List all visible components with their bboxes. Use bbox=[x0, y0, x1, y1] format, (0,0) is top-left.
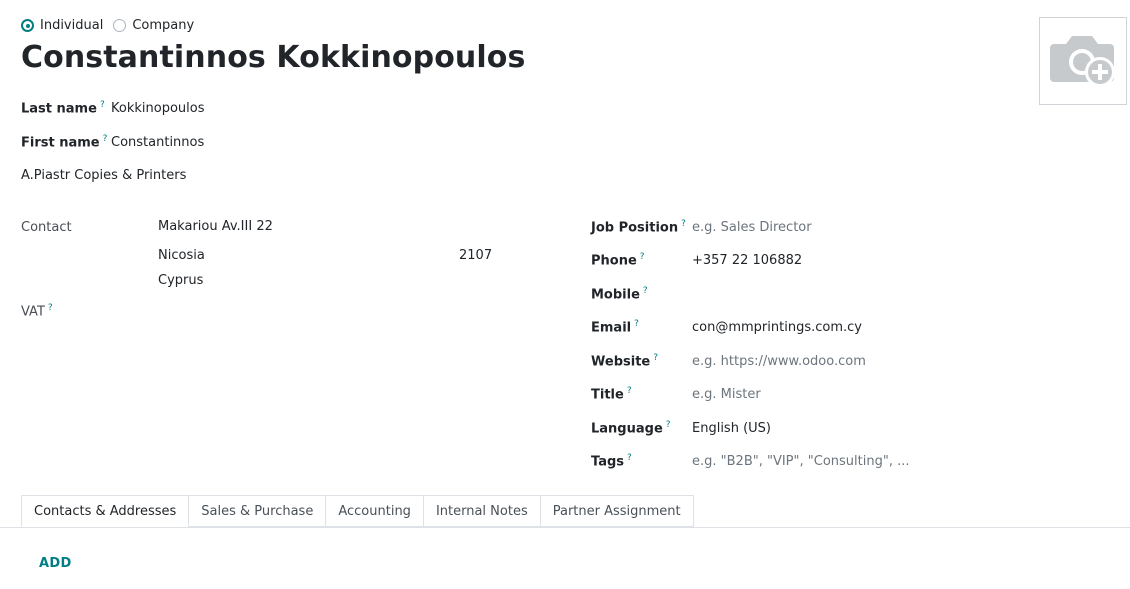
website-input[interactable]: e.g. https://www.odoo.com bbox=[692, 354, 866, 369]
job-position-help-icon[interactable]: ? bbox=[681, 219, 686, 229]
tags-label-text: Tags bbox=[591, 454, 625, 470]
radio-individual[interactable]: Individual bbox=[21, 18, 103, 33]
language-help-icon[interactable]: ? bbox=[666, 420, 671, 430]
contact-address-label: Contact bbox=[21, 220, 72, 235]
company-name-input[interactable]: A.Piastr Copies & Printers bbox=[21, 168, 186, 183]
last-name-label-text: Last name bbox=[21, 101, 97, 117]
tab-contacts-addresses[interactable]: Contacts & Addresses bbox=[21, 495, 190, 527]
first-name-input[interactable]: Constantinnos bbox=[111, 135, 204, 150]
first-name-label-text: First name bbox=[21, 135, 100, 151]
company-type-selector: Individual Company bbox=[21, 18, 204, 33]
first-name-label: First name? bbox=[21, 134, 107, 150]
phone-help-icon[interactable]: ? bbox=[640, 252, 645, 262]
mobile-input[interactable] bbox=[692, 287, 992, 303]
mobile-label-text: Mobile bbox=[591, 287, 640, 303]
mobile-help-icon[interactable]: ? bbox=[643, 286, 648, 296]
title-input[interactable]: e.g. Mister bbox=[692, 387, 761, 402]
tab-accounting[interactable]: Accounting bbox=[326, 495, 424, 527]
radio-company-label: Company bbox=[132, 18, 195, 33]
radio-company[interactable]: Company bbox=[113, 18, 194, 33]
radio-company-indicator[interactable] bbox=[113, 19, 127, 32]
radio-individual-indicator[interactable] bbox=[21, 19, 34, 32]
add-contact-button[interactable]: ADD bbox=[39, 556, 72, 571]
tags-input[interactable]: e.g. "B2B", "VIP", "Consulting", ... bbox=[692, 454, 909, 469]
tabs-divider bbox=[0, 527, 1130, 528]
job-position-label-text: Job Position bbox=[591, 220, 679, 236]
email-help-icon[interactable]: ? bbox=[634, 319, 639, 329]
website-label-text: Website bbox=[591, 354, 651, 370]
title-label-text: Title bbox=[591, 387, 624, 403]
vat-help-icon[interactable]: ? bbox=[48, 303, 53, 313]
last-name-label: Last name? bbox=[21, 100, 105, 116]
job-position-label: Job Position? bbox=[591, 219, 686, 235]
language-label: Language? bbox=[591, 420, 671, 436]
tags-label: Tags? bbox=[591, 453, 632, 469]
tags-help-icon[interactable]: ? bbox=[627, 453, 632, 463]
vat-label: VAT? bbox=[21, 303, 53, 319]
phone-label: Phone? bbox=[591, 252, 645, 268]
mobile-label: Mobile? bbox=[591, 286, 648, 302]
language-label-text: Language bbox=[591, 421, 663, 437]
tab-sales-purchase[interactable]: Sales & Purchase bbox=[189, 495, 327, 527]
last-name-input[interactable]: Kokkinopoulos bbox=[111, 101, 204, 116]
avatar-upload[interactable] bbox=[1039, 17, 1127, 105]
vat-label-text: VAT bbox=[21, 304, 45, 320]
title-label: Title? bbox=[591, 386, 632, 402]
first-name-help-icon[interactable]: ? bbox=[103, 134, 108, 144]
zip-input[interactable]: 2107 bbox=[459, 248, 492, 263]
job-position-input[interactable]: e.g. Sales Director bbox=[692, 220, 812, 235]
title-help-icon[interactable]: ? bbox=[627, 386, 632, 396]
notebook-tabs: Contacts & Addresses Sales & Purchase Ac… bbox=[21, 495, 694, 527]
contact-name-field[interactable]: Constantinnos Kokkinopoulos bbox=[21, 40, 525, 75]
email-input[interactable]: con@mmprintings.com.cy bbox=[692, 320, 862, 335]
tab-partner-assignment[interactable]: Partner Assignment bbox=[540, 495, 694, 527]
radio-individual-label: Individual bbox=[40, 18, 104, 33]
last-name-help-icon[interactable]: ? bbox=[100, 100, 105, 110]
email-label-text: Email bbox=[591, 320, 632, 336]
phone-label-text: Phone bbox=[591, 253, 637, 269]
language-select[interactable]: English (US) bbox=[692, 421, 771, 436]
city-input[interactable]: Nicosia bbox=[158, 248, 205, 263]
phone-input[interactable]: +357 22 106882 bbox=[692, 253, 802, 268]
street-input[interactable]: Makariou Av.III 22 bbox=[158, 219, 273, 234]
website-help-icon[interactable]: ? bbox=[653, 353, 658, 363]
country-input[interactable]: Cyprus bbox=[158, 273, 203, 288]
tab-internal-notes[interactable]: Internal Notes bbox=[423, 495, 541, 527]
email-label: Email? bbox=[591, 319, 639, 335]
website-label: Website? bbox=[591, 353, 658, 369]
camera-add-icon bbox=[1050, 36, 1115, 87]
